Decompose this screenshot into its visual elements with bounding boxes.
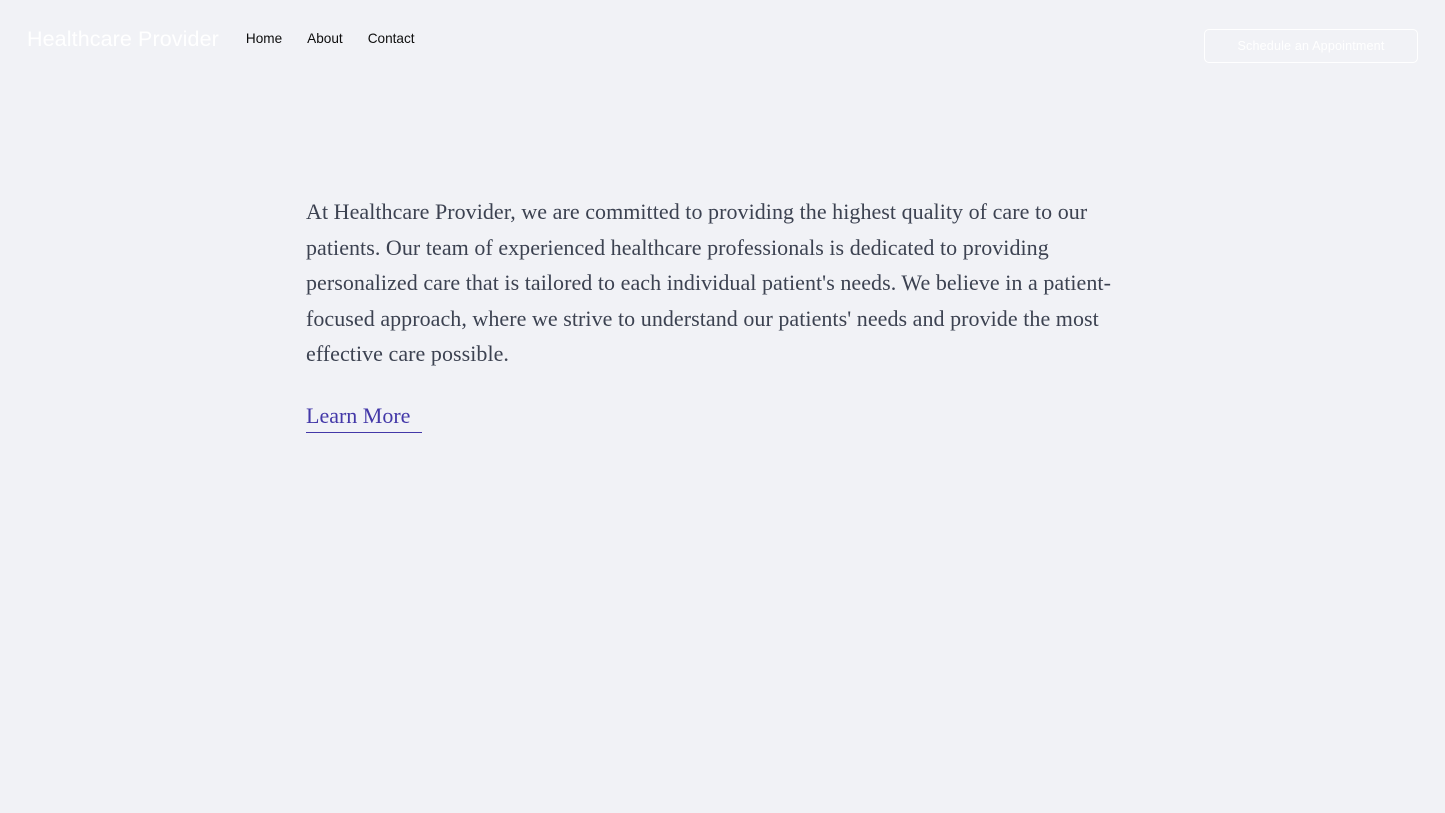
- nav-item-home[interactable]: Home: [246, 32, 282, 46]
- learn-more-link[interactable]: Learn More: [306, 403, 423, 433]
- schedule-appointment-button[interactable]: Schedule an Appointment: [1204, 29, 1418, 63]
- main-navigation: Home About Contact: [246, 29, 415, 46]
- content-container: At Healthcare Provider, we are committed…: [306, 194, 1140, 433]
- nav-item-about[interactable]: About: [307, 32, 343, 46]
- site-header: Healthcare Provider Home About Contact S…: [0, 0, 1445, 90]
- nav-item-contact[interactable]: Contact: [368, 32, 415, 46]
- main-content: At Healthcare Provider, we are committed…: [0, 90, 1445, 813]
- intro-paragraph: At Healthcare Provider, we are committed…: [306, 199, 1111, 366]
- brand-block[interactable]: Healthcare Provider: [27, 28, 219, 51]
- brand-logo[interactable]: Healthcare Provider: [27, 28, 219, 51]
- learn-more-wrap: Learn More: [306, 403, 1140, 433]
